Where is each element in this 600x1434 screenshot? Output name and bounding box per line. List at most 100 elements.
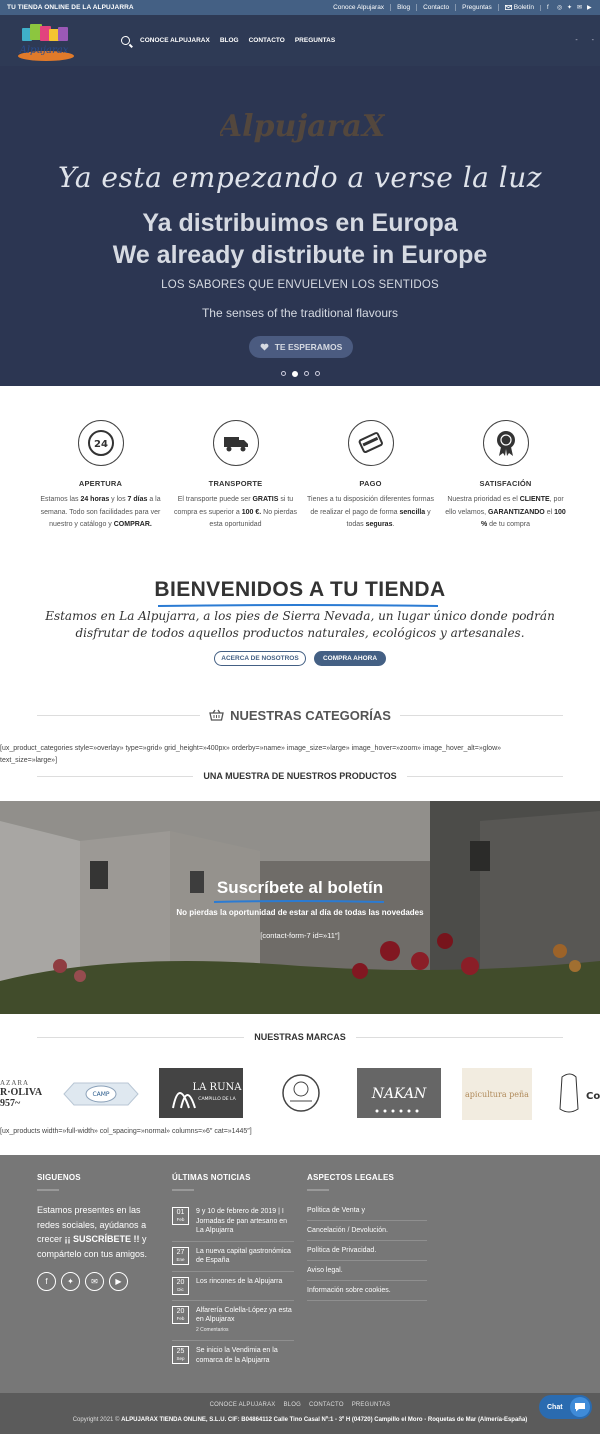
brand-logo[interactable]: LA RUNA CAMPILLO DE LA xyxy=(159,1068,243,1118)
title-underline xyxy=(158,604,438,607)
envelope-icon xyxy=(504,5,512,10)
copyright: Copyright 2021 © ALPUJARAX TIENDA ONLINE… xyxy=(72,1417,528,1423)
footer-col-title: ÚLTIMAS NOTICIAS xyxy=(172,1173,251,1182)
divider xyxy=(37,1189,59,1191)
welcome-buttons: ACERCA DE NOSOTROS COMPRA AHORA xyxy=(214,651,386,666)
slider-dot[interactable] xyxy=(304,371,309,376)
news-item[interactable]: 01 Feb 9 y 10 de febrero de 2019 | I Jorn… xyxy=(172,1202,294,1242)
feature-apertura: 24 APERTURA Estamos las 24 horas y los 7… xyxy=(33,420,168,532)
divider xyxy=(355,1036,564,1038)
slider-dot[interactable] xyxy=(315,371,320,376)
hero-subline-2: The senses of the traditional flavours xyxy=(201,306,399,320)
news-title[interactable]: 9 y 10 de febrero de 2019 | I Jornadas d… xyxy=(196,1207,294,1236)
news-item[interactable]: 27 Ene La nueva capital gastronómica de E… xyxy=(172,1242,294,1272)
site-logo[interactable]: Alpujarax xyxy=(12,20,76,64)
brand-logo[interactable] xyxy=(276,1068,326,1120)
feature-text: . xyxy=(392,521,395,528)
footer-social-text: Estamos presentes en las redes sociales,… xyxy=(37,1205,148,1259)
email-icon[interactable]: ✉ xyxy=(577,5,583,11)
top-link-conoce[interactable]: Conoce Alpujarax xyxy=(327,4,390,11)
about-us-button[interactable]: ACERCA DE NOSOTROS xyxy=(214,651,306,666)
categories-title-text: NUESTRAS CATEGORÍAS xyxy=(230,707,391,723)
hero-headline: Ya distribuimos en Europa We already dis… xyxy=(0,207,600,271)
title-underline xyxy=(214,900,384,903)
features-row: 24 APERTURA Estamos las 24 horas y los 7… xyxy=(33,420,573,532)
top-bar-title: TU TIENDA ONLINE DE LA ALPUJARRA xyxy=(7,4,134,11)
brands-carousel: AZARA R·OLIVA 957~ CAMP LA RUNA CAMPILLO … xyxy=(0,1068,600,1122)
slider-dots xyxy=(281,371,320,377)
header-cart[interactable]: - xyxy=(592,37,594,44)
hero-headline-en: We already distribute in Europe xyxy=(112,241,488,269)
feature-satisfaccion: SATISFACIÓN Nuestra prioridad es el CLIE… xyxy=(438,420,573,532)
news-title[interactable]: Se inicio la Vendimia en la comarca de l… xyxy=(196,1346,294,1365)
footer: SIGUENOS Estamos presentes en las redes … xyxy=(0,1155,600,1393)
credit-card-icon xyxy=(347,420,394,466)
newsletter-title: Suscríbete al boletín xyxy=(216,878,384,897)
footer-col-news: ÚLTIMAS NOTICIAS 01 Feb 9 y 10 de febrero… xyxy=(172,1173,294,1370)
news-item[interactable]: 25 Sep Se inicio la Vendimia en la comarc… xyxy=(172,1341,294,1370)
search-icon[interactable] xyxy=(121,36,130,45)
news-title[interactable]: La nueva capital gastronómica de España xyxy=(196,1247,294,1266)
slider-dot[interactable] xyxy=(281,371,286,376)
hero-logo-text: AlpujaraX xyxy=(220,109,385,144)
instagram-icon[interactable]: ◎ xyxy=(557,5,563,11)
top-social-icons: f ◎ ✦ ✉ ▶ xyxy=(540,4,593,11)
brand-logo[interactable]: CAMP xyxy=(60,1068,142,1120)
legal-link-cancelacion[interactable]: Cancelación / Devolución. xyxy=(307,1221,427,1241)
legal-link-aviso[interactable]: Aviso legal. xyxy=(307,1261,427,1281)
slider-dot-active[interactable] xyxy=(292,371,298,377)
footer-nav-contacto[interactable]: CONTACTO xyxy=(309,1402,344,1408)
facebook-icon[interactable]: f xyxy=(37,1272,56,1291)
brand-logo[interactable]: NAKAN xyxy=(357,1068,441,1118)
top-link-contacto[interactable]: Contacto xyxy=(416,4,455,11)
top-link-preguntas[interactable]: Preguntas xyxy=(455,4,498,11)
chat-widget-button[interactable]: Chat xyxy=(539,1395,592,1419)
newsletter-subtitle: No pierdas la oportunidad de estar al dí… xyxy=(176,908,424,917)
feature-text: y los xyxy=(109,496,128,503)
facebook-icon[interactable]: f xyxy=(547,5,553,11)
news-title[interactable]: Alfarería Colella-López ya esta en Alpuj… xyxy=(196,1306,294,1336)
categories-title: NUESTRAS CATEGORÍAS xyxy=(200,708,400,723)
nav-contacto[interactable]: CONTACTO xyxy=(249,37,285,44)
brand-logo[interactable]: apicultura peña xyxy=(462,1068,532,1120)
top-link-blog[interactable]: Blog xyxy=(390,4,416,11)
youtube-icon[interactable]: ▶ xyxy=(109,1272,128,1291)
top-link-boletin[interactable]: Boletín xyxy=(497,4,540,11)
news-list: 01 Feb 9 y 10 de febrero de 2019 | I Jorn… xyxy=(172,1202,294,1370)
hero-cta-button[interactable]: TE ESPERAMOS xyxy=(249,336,353,358)
footer-nav-blog[interactable]: BLOG xyxy=(283,1402,300,1408)
legal-link-privacidad[interactable]: Política de Privacidad. xyxy=(307,1241,427,1261)
feature-emphasis: seguras xyxy=(365,521,393,528)
buy-now-button[interactable]: COMPRA AHORA xyxy=(314,651,386,666)
chat-label: Chat xyxy=(547,1403,563,1411)
footer-nav-preguntas[interactable]: PREGUNTAS xyxy=(352,1402,391,1408)
feature-emphasis: sencilla xyxy=(399,508,426,516)
footer-col-title: ASPECTOS LEGALES xyxy=(307,1173,395,1182)
footer-nav-conoce[interactable]: CONOCE ALPUJARAX xyxy=(210,1402,276,1408)
news-item[interactable]: 20 Feb Alfarería Colella-López ya esta en… xyxy=(172,1301,294,1341)
feature-description: Tienes a tu disposición diferentes forma… xyxy=(303,494,438,532)
feature-emphasis: 7 días xyxy=(127,496,148,503)
top-bar-links: Conoce Alpujarax Blog Contacto Preguntas… xyxy=(327,4,593,11)
brand-logo[interactable]: Cola xyxy=(556,1068,600,1120)
youtube-icon[interactable]: ▶ xyxy=(587,5,593,11)
twitter-icon[interactable]: ✦ xyxy=(61,1272,80,1291)
legal-link-cookies[interactable]: Información sobre cookies. xyxy=(307,1281,427,1301)
newsletter-section: Suscríbete al boletín No pierdas la opor… xyxy=(0,801,600,1014)
nav-conoce[interactable]: CONOCE ALPUJARAX xyxy=(140,37,210,44)
news-comments[interactable]: 2 Comentarios xyxy=(196,1326,294,1336)
news-item[interactable]: 20 Dic Los rincones de la Alpujarra xyxy=(172,1272,294,1301)
hero-logo: AlpujaraX xyxy=(220,109,385,144)
brand-logo[interactable]: AZARA R·OLIVA 957~ xyxy=(0,1068,48,1120)
main-nav: CONOCE ALPUJARAX BLOG CONTACTO PREGUNTAS xyxy=(121,36,335,45)
header-account[interactable]: - xyxy=(575,37,577,44)
svg-text:CAMP: CAMP xyxy=(92,1091,109,1098)
svg-text:LA RUNA: LA RUNA xyxy=(193,1082,243,1093)
twitter-icon[interactable]: ✦ xyxy=(567,5,573,11)
email-icon[interactable]: ✉ xyxy=(85,1272,104,1291)
nav-preguntas[interactable]: PREGUNTAS xyxy=(295,37,335,44)
news-title[interactable]: Los rincones de la Alpujarra xyxy=(196,1277,282,1295)
news-date: 20 Feb xyxy=(172,1305,189,1324)
nav-blog[interactable]: BLOG xyxy=(220,37,239,44)
legal-link-venta[interactable]: Política de Venta y xyxy=(307,1201,427,1221)
